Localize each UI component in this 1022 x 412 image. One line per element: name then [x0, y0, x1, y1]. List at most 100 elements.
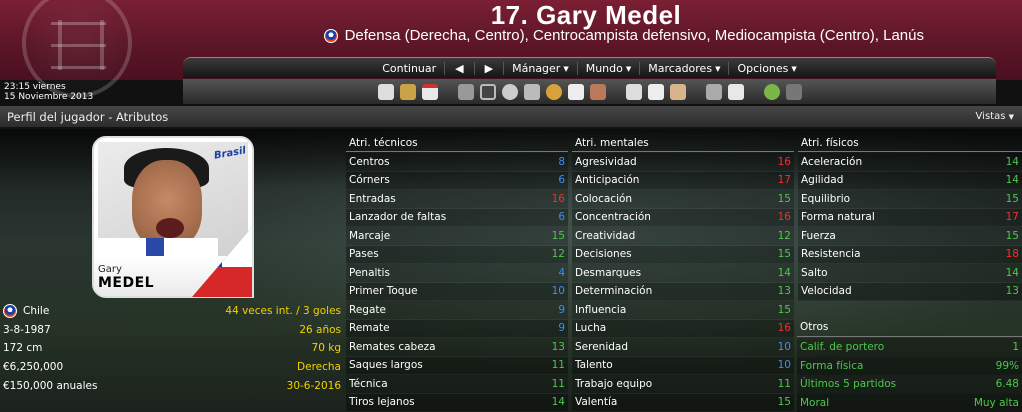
attribute-row[interactable]: Salto 14 — [798, 264, 1022, 283]
manager-menu[interactable]: Mánager ▼ — [504, 61, 578, 75]
attribute-row[interactable]: Primer Toque 10 — [346, 282, 568, 301]
world-menu[interactable]: Mundo ▼ — [578, 61, 641, 75]
attribute-row[interactable]: Técnica 11 — [346, 375, 568, 394]
nationality-label[interactable]: Chile — [3, 304, 49, 319]
attribute-row[interactable]: Influencia 15 — [572, 301, 794, 320]
attribute-name: Penaltis — [349, 266, 390, 279]
attribute-row[interactable]: Concentración 16 — [572, 208, 794, 227]
attribute-value: 9 — [558, 322, 565, 335]
attribute-row[interactable]: Forma natural 17 — [798, 208, 1022, 227]
attribute-row[interactable]: Lucha 16 — [572, 319, 794, 338]
trophy-icon[interactable] — [625, 83, 642, 100]
info-row: 172 cm 70 kg — [3, 339, 341, 358]
attribute-value: 16 — [551, 192, 565, 205]
continue-button[interactable]: Continuar — [374, 61, 446, 75]
attribute-row[interactable]: Agilidad 14 — [798, 171, 1022, 190]
attribute-value: 14 — [1005, 174, 1019, 187]
attribute-row[interactable]: Tiros lejanos 14 — [346, 393, 568, 412]
attribute-row[interactable]: Colocación 15 — [572, 190, 794, 209]
attribute-value: 1 — [1012, 341, 1019, 354]
attribute-row[interactable]: Resistencia 18 — [798, 245, 1022, 264]
attribute-row[interactable]: Penaltis 4 — [346, 264, 568, 283]
contract-expiry: 30-6-2016 — [286, 379, 341, 392]
attribute-value: 11 — [551, 359, 565, 372]
history-icon[interactable] — [669, 83, 686, 100]
competition-icon[interactable] — [647, 83, 664, 100]
page-title-bar: Perfil del jugador - Atributos Vistas ▼ — [0, 106, 1022, 128]
views-menu[interactable]: Vistas ▼ — [976, 111, 1014, 122]
squad-icon[interactable] — [457, 83, 474, 100]
attribute-row[interactable]: Valentía 15 — [572, 393, 794, 412]
attribute-row[interactable]: Remate 9 — [346, 319, 568, 338]
attribute-row[interactable]: Decisiones 15 — [572, 245, 794, 264]
finances-icon[interactable] — [545, 83, 562, 100]
attribute-row[interactable]: Talento 10 — [572, 356, 794, 375]
attribute-row[interactable]: Agresividad 16 — [572, 153, 794, 172]
info-icon[interactable] — [785, 83, 802, 100]
attribute-row[interactable]: Moral Muy alta — [797, 393, 1022, 412]
attribute-row[interactable]: Serenidad 10 — [572, 338, 794, 357]
back-arrow-icon[interactable]: ◀ — [445, 61, 475, 75]
home-icon[interactable] — [377, 83, 394, 100]
training-icon[interactable] — [501, 83, 518, 100]
game-datetime[interactable]: 23:15 viernes 15 Noviembre 2013 — [4, 82, 93, 102]
attribute-row[interactable]: Desmarques 14 — [572, 264, 794, 283]
scores-menu[interactable]: Marcadores ▼ — [640, 61, 730, 75]
attribute-name: Salto — [801, 266, 828, 279]
attribute-name: Córners — [349, 174, 390, 187]
attribute-name: Forma física — [800, 359, 864, 372]
scouting-icon[interactable] — [523, 83, 540, 100]
notes-icon[interactable] — [727, 83, 744, 100]
attribute-name: Técnica — [349, 377, 388, 390]
attribute-name: Velocidad — [801, 285, 852, 298]
attribute-name: Centros — [349, 155, 390, 168]
attribute-name: Concentración — [575, 211, 651, 224]
attribute-row[interactable]: Trabajo equipo 11 — [572, 375, 794, 394]
search-icon[interactable] — [705, 83, 722, 100]
attribute-value: 13 — [777, 285, 791, 298]
attribute-row[interactable]: Entradas 16 — [346, 190, 568, 209]
attribute-row[interactable]: Pases 12 — [346, 245, 568, 264]
attribute-value: 9 — [558, 303, 565, 316]
attribute-name: Marcaje — [349, 229, 391, 242]
forward-arrow-icon[interactable]: ▶ — [475, 61, 505, 75]
attribute-value: 15 — [551, 229, 565, 242]
dropdown-caret-icon: ▼ — [563, 64, 569, 73]
tactics-icon[interactable] — [479, 83, 496, 100]
attribute-row[interactable]: Centros 8 — [346, 153, 568, 172]
scores-menu-label: Marcadores — [648, 61, 713, 75]
attribute-row[interactable]: Lanzador de faltas 6 — [346, 208, 568, 227]
attribute-row[interactable]: Forma física 99% — [797, 356, 1022, 375]
attribute-row[interactable]: Saques largos 11 — [346, 356, 568, 375]
mental-attributes: Atri. mentales Agresividad 16 Anticipación… — [572, 136, 794, 412]
attribute-name: Entradas — [349, 192, 396, 205]
attribute-row[interactable]: Creatividad 12 — [572, 227, 794, 246]
attribute-row[interactable]: Remates cabeza 13 — [346, 338, 568, 357]
attribute-row[interactable]: Aceleración 14 — [798, 153, 1022, 172]
transfers-icon[interactable] — [589, 83, 606, 100]
caps-goals: 44 veces int. / 3 goles — [225, 305, 341, 318]
attribute-row[interactable]: Determinación 13 — [572, 282, 794, 301]
attribute-row[interactable]: Últimos 5 partidos 6.48 — [797, 375, 1022, 394]
help-icon[interactable] — [763, 83, 780, 100]
attribute-row[interactable]: Velocidad 13 — [798, 282, 1022, 301]
calendar-icon[interactable] — [421, 83, 438, 100]
attribute-row[interactable]: Calif. de portero 1 — [797, 338, 1022, 357]
attribute-name: Últimos 5 partidos — [800, 378, 897, 391]
attribute-row[interactable]: Fuerza 15 — [798, 227, 1022, 246]
inbox-icon[interactable] — [399, 83, 416, 100]
attribute-value: 15 — [1005, 229, 1019, 242]
technical-header: Atri. técnicos — [346, 136, 568, 152]
attribute-row[interactable]: Equilibrio 15 — [798, 190, 1022, 209]
other-attributes: Otros Calif. de portero 1 Forma física 99% Ú… — [797, 321, 1022, 412]
attribute-value: Muy alta — [973, 396, 1019, 409]
attribute-name: Lucha — [575, 322, 607, 335]
info-row: Chile 44 veces int. / 3 goles — [3, 302, 341, 321]
attribute-row[interactable]: Marcaje 15 — [346, 227, 568, 246]
attribute-row[interactable]: Regate 9 — [346, 301, 568, 320]
attribute-row[interactable]: Anticipación 17 — [572, 171, 794, 190]
attribute-name: Resistencia — [801, 248, 861, 261]
options-menu[interactable]: Opciones ▼ — [729, 62, 804, 75]
medical-icon[interactable] — [567, 83, 584, 100]
attribute-row[interactable]: Córners 6 — [346, 171, 568, 190]
